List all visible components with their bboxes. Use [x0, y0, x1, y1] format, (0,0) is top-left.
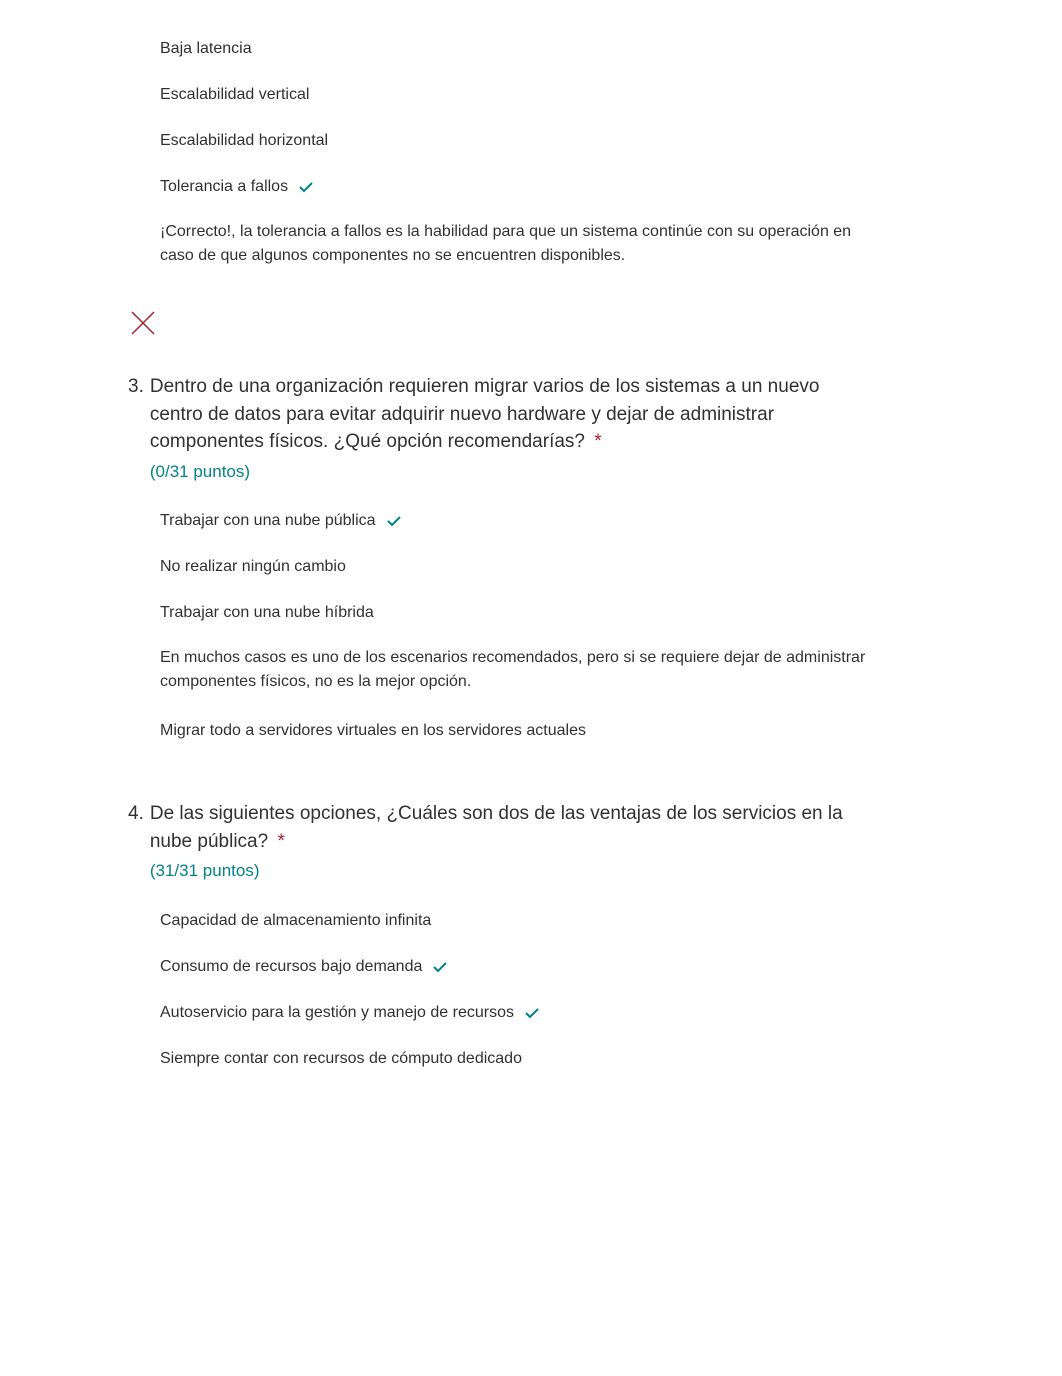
option-item: Siempre contar con recursos de cómputo d…: [160, 1050, 872, 1068]
points-label: (0/31 puntos): [150, 460, 872, 485]
option-label: Baja latencia: [160, 40, 252, 58]
points-label: (31/31 puntos): [150, 859, 872, 884]
q3-options: Trabajar con una nube pública No realiza…: [128, 512, 872, 740]
option-item: Migrar todo a servidores virtuales en lo…: [160, 722, 872, 740]
option-label: Escalabilidad vertical: [160, 86, 309, 104]
question-header: 3. Dentro de una organización requieren …: [128, 373, 872, 512]
question-text: Dentro de una organización requieren mig…: [150, 376, 820, 452]
question-number: 3.: [128, 373, 144, 512]
required-asterisk: *: [594, 431, 601, 452]
option-label: No realizar ningún cambio: [160, 558, 346, 576]
option-label: Trabajar con una nube pública: [160, 512, 376, 530]
checkmark-icon: [386, 513, 402, 529]
option-item: Trabajar con una nube híbrida: [160, 604, 872, 622]
q4-options: Capacidad de almacenamiento infinita Con…: [128, 912, 872, 1068]
option-label: Trabajar con una nube híbrida: [160, 604, 374, 622]
question-header: 4. De las siguientes opciones, ¿Cuáles s…: [128, 800, 872, 912]
explanation-text: En muchos casos es uno de los escenarios…: [160, 646, 872, 694]
option-label: Migrar todo a servidores virtuales en lo…: [160, 722, 586, 740]
option-item: Escalabilidad horizontal: [160, 132, 872, 150]
option-label: Tolerancia a fallos: [160, 178, 288, 196]
option-item: Tolerancia a fallos: [160, 178, 872, 196]
option-label: Escalabilidad horizontal: [160, 132, 328, 150]
option-label: Consumo de recursos bajo demanda: [160, 958, 422, 976]
option-item: Autoservicio para la gestión y manejo de…: [160, 1004, 872, 1022]
required-asterisk: *: [277, 831, 284, 852]
option-item: No realizar ningún cambio: [160, 558, 872, 576]
checkmark-icon: [432, 959, 448, 975]
option-item: Capacidad de almacenamiento infinita: [160, 912, 872, 930]
option-item: Consumo de recursos bajo demanda: [160, 958, 872, 976]
option-item: Escalabilidad vertical: [160, 86, 872, 104]
feedback-text: ¡Correcto!, la tolerancia a fallos es la…: [128, 220, 872, 268]
option-item: Baja latencia: [160, 40, 872, 58]
question-4: 4. De las siguientes opciones, ¿Cuáles s…: [128, 800, 872, 1068]
checkmark-icon: [298, 179, 314, 195]
q2-options: Baja latencia Escalabilidad vertical Esc…: [128, 40, 872, 196]
question-text: De las siguientes opciones, ¿Cuáles son …: [150, 803, 843, 852]
option-item: Trabajar con una nube pública: [160, 512, 872, 530]
option-label: Siempre contar con recursos de cómputo d…: [160, 1050, 522, 1068]
incorrect-x-icon: [128, 308, 872, 343]
option-label: Autoservicio para la gestión y manejo de…: [160, 1004, 514, 1022]
question-3: 3. Dentro de una organización requieren …: [128, 373, 872, 740]
question-number: 4.: [128, 800, 144, 912]
option-label: Capacidad de almacenamiento infinita: [160, 912, 431, 930]
checkmark-icon: [524, 1005, 540, 1021]
